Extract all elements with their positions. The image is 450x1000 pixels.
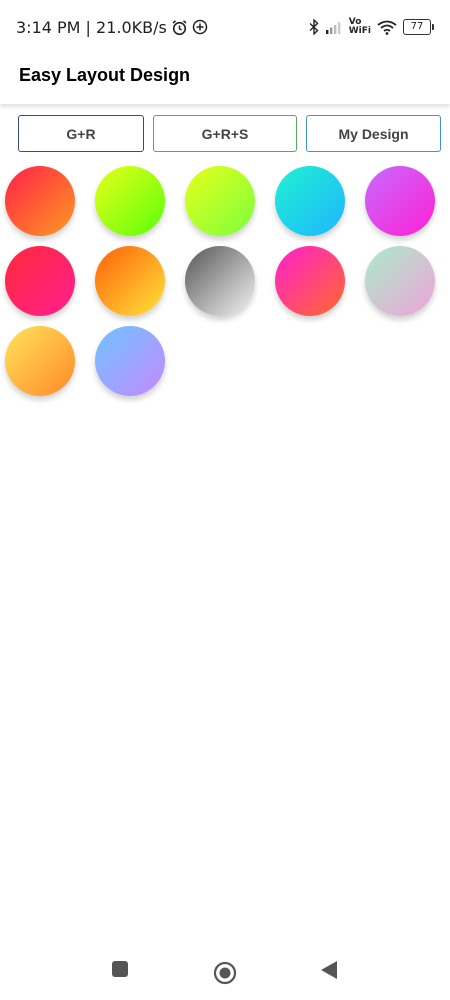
tab-row: G+R G+R+S My Design xyxy=(0,115,450,152)
add-circle-icon xyxy=(192,19,208,35)
vowifi-bottom: WiFi xyxy=(348,26,371,36)
wifi-icon xyxy=(377,20,397,35)
battery-icon: 77 xyxy=(403,19,434,35)
swatch-mint-pink[interactable] xyxy=(365,246,435,316)
swatch-yellow-green[interactable] xyxy=(95,166,165,236)
tab-g-r-s[interactable]: G+R+S xyxy=(153,115,297,152)
swatch-red-orange[interactable] xyxy=(5,166,75,236)
swatch-grid xyxy=(0,166,450,406)
swatch-lime-green[interactable] xyxy=(185,166,255,236)
battery-tip xyxy=(432,24,434,30)
battery-level: 77 xyxy=(403,19,431,35)
vowifi-icon: Vo WiFi xyxy=(349,18,371,36)
swatch-orange-yellow[interactable] xyxy=(95,246,165,316)
status-left: 3:14 PM | 21.0KB/s xyxy=(16,18,208,37)
swatch-violet-magenta[interactable] xyxy=(365,166,435,236)
swatch-magenta-orange[interactable] xyxy=(275,246,345,316)
tab-my-design[interactable]: My Design xyxy=(306,115,441,152)
swatch-cyan-blue[interactable] xyxy=(275,166,345,236)
app-title: Easy Layout Design xyxy=(19,64,191,85)
alarm-icon xyxy=(171,19,188,36)
system-nav-bar xyxy=(0,940,450,1000)
recents-icon[interactable] xyxy=(111,960,129,983)
status-right: Vo WiFi 77 xyxy=(309,18,434,36)
status-bar: 3:14 PM | 21.0KB/s Vo WiFi 77 xyxy=(0,0,450,54)
signal-icon xyxy=(325,20,343,34)
swatch-blue-purple[interactable] xyxy=(95,326,165,396)
swatch-grey-white[interactable] xyxy=(185,246,255,316)
back-icon[interactable] xyxy=(320,960,338,985)
status-time-speed: 3:14 PM | 21.0KB/s xyxy=(16,17,167,37)
app-bar: Easy Layout Design xyxy=(0,54,450,104)
bluetooth-icon xyxy=(309,19,319,35)
home-icon[interactable] xyxy=(213,961,237,990)
swatch-red-pink[interactable] xyxy=(5,246,75,316)
tab-g-r[interactable]: G+R xyxy=(18,115,144,152)
swatch-yellow-orange[interactable] xyxy=(5,326,75,396)
